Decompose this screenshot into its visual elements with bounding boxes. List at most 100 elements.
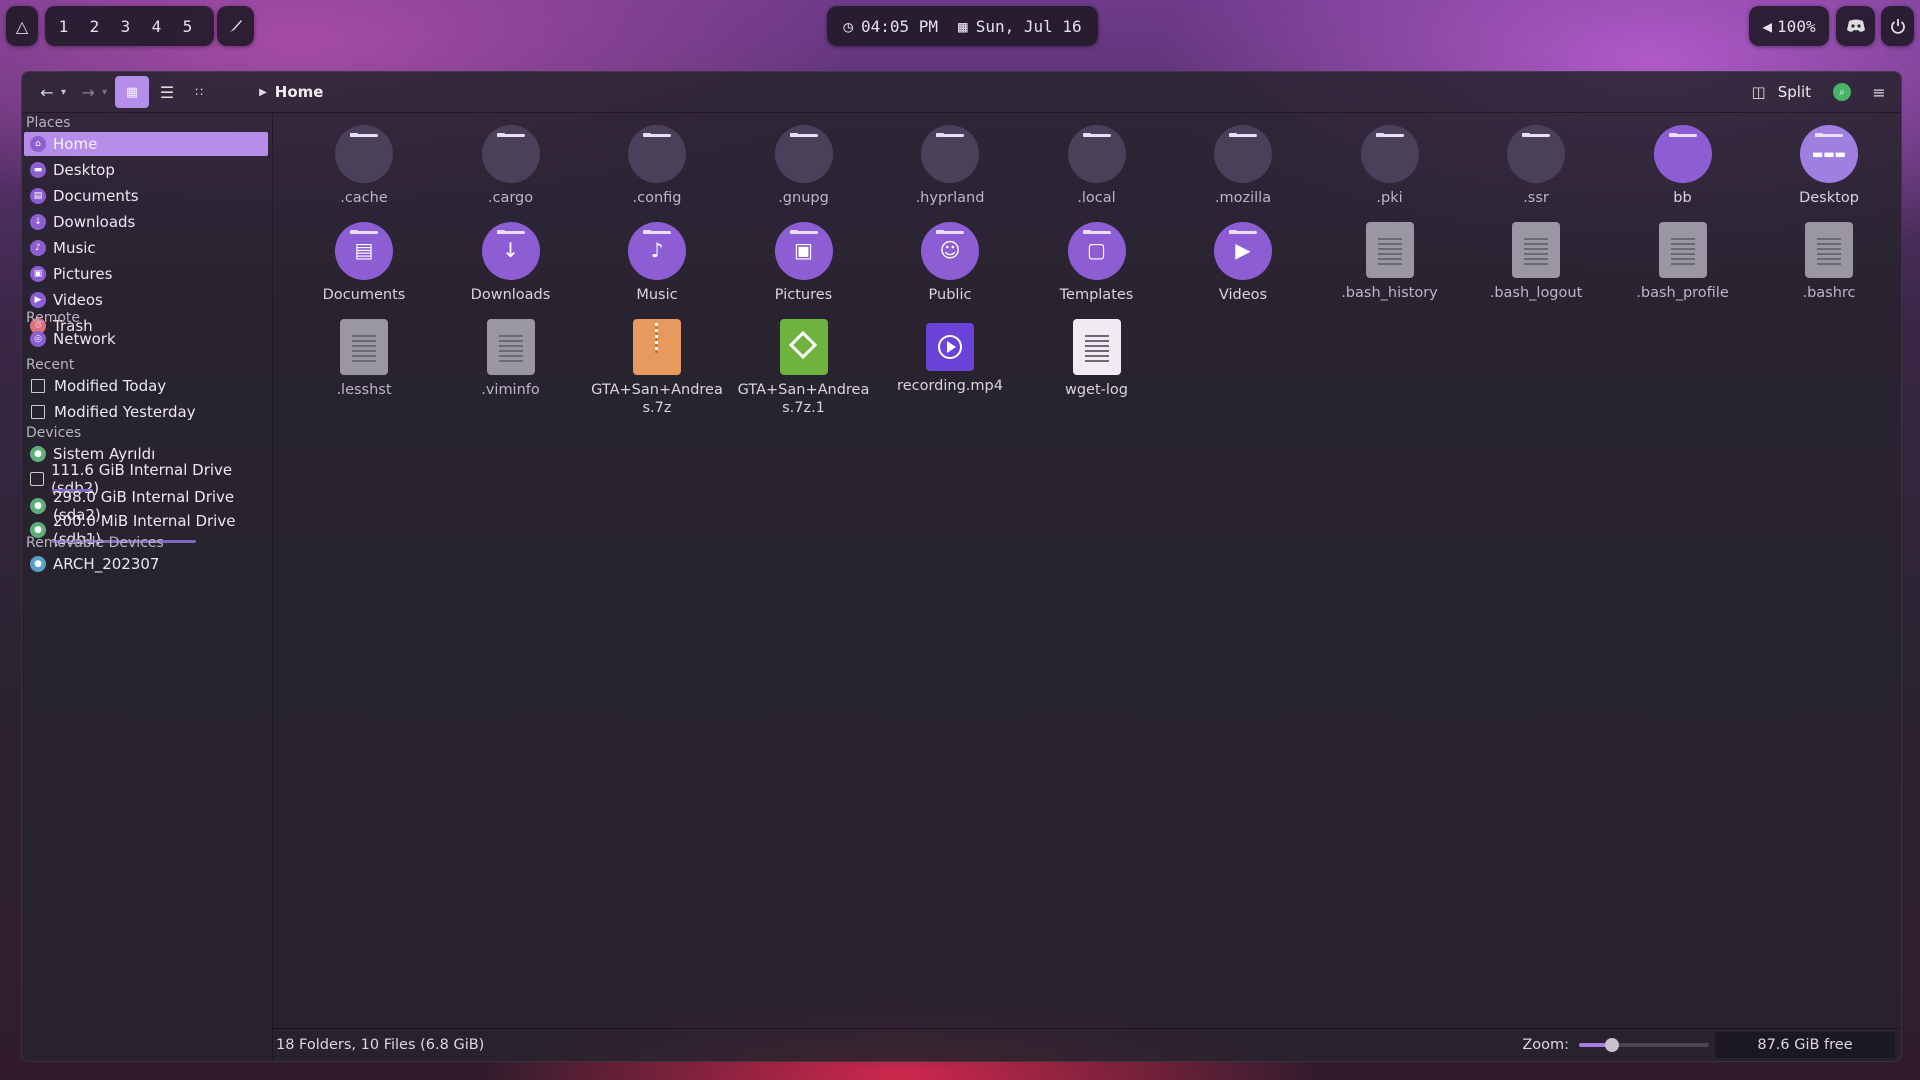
folder-item[interactable]: .config <box>587 125 727 207</box>
file-name-label: Desktop <box>1799 190 1859 206</box>
folder-icon <box>774 125 833 183</box>
discord-button[interactable] <box>1836 6 1875 46</box>
file-name-label: GTA+San+Andreas.7z.1 <box>737 382 870 416</box>
folder-item[interactable]: ♪ Music <box>587 222 727 304</box>
file-item[interactable]: .bashrc <box>1759 222 1899 302</box>
text-file-icon <box>1805 222 1853 278</box>
split-view-icon: ◫ <box>1751 83 1766 101</box>
folder-item[interactable]: bb <box>1613 125 1753 207</box>
folder-icon <box>1214 125 1272 183</box>
list-view-icon: ☰ <box>159 82 175 102</box>
workspace-button[interactable]: 1 <box>48 17 79 36</box>
folder-item[interactable]: ▢ Templates <box>1027 222 1167 304</box>
sidebar-item-place[interactable]: ▶ Videos <box>24 288 268 312</box>
sidebar-item-place[interactable]: ↓ Downloads <box>24 210 268 234</box>
grid-view-icon: ▦ <box>125 84 139 100</box>
folder-item[interactable]: ☺ Public <box>880 222 1020 304</box>
pictures-icon: ▣ <box>794 238 813 262</box>
workspace-button[interactable]: 4 <box>141 17 172 36</box>
text-file-icon <box>1072 319 1121 375</box>
file-name-label: Downloads <box>470 287 551 303</box>
file-item[interactable]: recording.mp4 <box>880 319 1020 395</box>
brush-icon <box>229 20 242 32</box>
color-picker-button[interactable] <box>217 6 254 46</box>
file-item[interactable]: GTA+San+Andreas.7z.1 <box>734 319 874 417</box>
sidebar-item-place[interactable]: ⌂ Home <box>24 132 268 156</box>
file-grid: .cache .cargo .config .gnupg .hyprland .local… <box>272 112 1901 1029</box>
forward-history-dropdown-icon[interactable]: ▾ <box>102 87 107 98</box>
workspace-button[interactable]: 3 <box>110 17 141 36</box>
back-button[interactable]: ← <box>33 78 61 106</box>
file-item[interactable]: .bash_logout <box>1466 222 1606 302</box>
file-name-label: Music <box>636 287 678 303</box>
folder-item[interactable]: .ssr <box>1466 125 1606 207</box>
folder-item[interactable]: .cargo <box>441 125 581 207</box>
folder-icon <box>1507 125 1565 183</box>
downloads-icon: ↓ <box>502 238 519 262</box>
epub-icon <box>779 319 828 375</box>
compact-view-button[interactable]: ∷ <box>185 78 213 106</box>
file-name-label: .local <box>1077 190 1116 206</box>
sidebar-item-place[interactable]: ♪ Music <box>24 236 268 260</box>
workspace-button[interactable]: 2 <box>79 17 110 36</box>
sidebar-item-recent[interactable]: Modified Yesterday <box>24 400 268 424</box>
folder-tab <box>1522 133 1550 137</box>
search-button[interactable]: ⌕ <box>1833 83 1851 101</box>
file-name-label: Documents <box>322 287 406 303</box>
file-name-label: Videos <box>1218 287 1268 303</box>
header-bar: ← ▾ → ▾ ▦ ☰ ∷ ▶ Home ◫ Split ⌕ ≡ <box>22 72 1901 113</box>
sidebar-item-remote[interactable]: ◎ Network <box>24 327 268 351</box>
file-item[interactable]: .bash_history <box>1320 222 1460 302</box>
places-sidebar: Places ⌂ Home ▬ Desktop ▤ Documents ↓ Downloads… <box>22 112 273 1061</box>
folder-icon: ▢ <box>1067 222 1126 280</box>
clock-widget[interactable]: ◷ 04:05 PM ▦ Sun, Jul 16 <box>827 6 1098 46</box>
back-history-dropdown-icon[interactable]: ▾ <box>61 87 66 98</box>
sidebar-item-place[interactable]: ▬ Desktop <box>24 158 268 182</box>
file-name-label: .gnupg <box>778 190 829 206</box>
sidebar-item-label: Music <box>53 239 96 257</box>
volume-widget[interactable]: ◀ 100% <box>1749 6 1829 46</box>
date-text: Sun, Jul 16 <box>975 16 1082 36</box>
list-view-button[interactable]: ☰ <box>153 78 181 106</box>
pictures-icon: ▣ <box>30 266 46 282</box>
split-button[interactable]: Split <box>1778 83 1811 101</box>
video-file-icon <box>926 323 974 371</box>
file-name-label: Templates <box>1059 287 1134 303</box>
zoom-slider-knob[interactable] <box>1604 1038 1619 1052</box>
folder-item[interactable]: ▶ Videos <box>1173 222 1313 304</box>
hamburger-menu-button[interactable]: ≡ <box>1865 78 1893 106</box>
folder-icon: ☺ <box>921 222 979 280</box>
speaker-icon: ◀ <box>1762 16 1773 36</box>
folder-item[interactable]: ▤ Documents <box>294 222 434 304</box>
folder-item[interactable]: ▬▬▬ Desktop <box>1759 125 1899 207</box>
sidebar-item-label: Network <box>53 330 116 348</box>
sidebar-item-place[interactable]: ▣ Pictures <box>24 262 268 286</box>
sidebar-item-recent[interactable]: Modified Today <box>24 374 268 398</box>
workspace-button[interactable]: 5 <box>172 17 203 36</box>
folder-item[interactable]: ▣ Pictures <box>734 222 874 304</box>
sidebar-item-removable[interactable]: ● ARCH_202307 <box>24 552 268 576</box>
breadcrumb-home[interactable]: Home <box>275 83 324 101</box>
section-removable: Removable Devices <box>26 535 164 551</box>
folder-item[interactable]: .hyprland <box>880 125 1020 207</box>
folder-item[interactable]: .pki <box>1320 125 1460 207</box>
file-item[interactable]: wget-log <box>1027 319 1167 399</box>
power-button[interactable] <box>1881 6 1914 46</box>
file-item[interactable]: .bash_profile <box>1613 222 1753 302</box>
grid-view-button[interactable]: ▦ <box>115 76 150 108</box>
file-item[interactable]: GTA+San+Andreas.7z <box>587 319 727 417</box>
zoom-slider[interactable] <box>1579 1038 1709 1052</box>
launcher-button[interactable]: △ <box>6 6 38 46</box>
folder-item[interactable]: .gnupg <box>734 125 874 207</box>
text-file-icon <box>340 319 388 375</box>
file-item[interactable]: .lesshst <box>294 319 434 399</box>
discord-icon <box>1846 19 1865 32</box>
folder-item[interactable]: .mozilla <box>1173 125 1313 207</box>
folder-item[interactable]: .local <box>1027 125 1167 207</box>
file-item[interactable]: .viminfo <box>441 319 581 399</box>
forward-button[interactable]: → <box>74 78 102 106</box>
folder-item[interactable]: ↓ Downloads <box>441 222 581 304</box>
folder-item[interactable]: .cache <box>294 125 434 207</box>
sidebar-item-place[interactable]: ▤ Documents <box>24 184 268 208</box>
music-icon: ♪ <box>650 238 664 262</box>
